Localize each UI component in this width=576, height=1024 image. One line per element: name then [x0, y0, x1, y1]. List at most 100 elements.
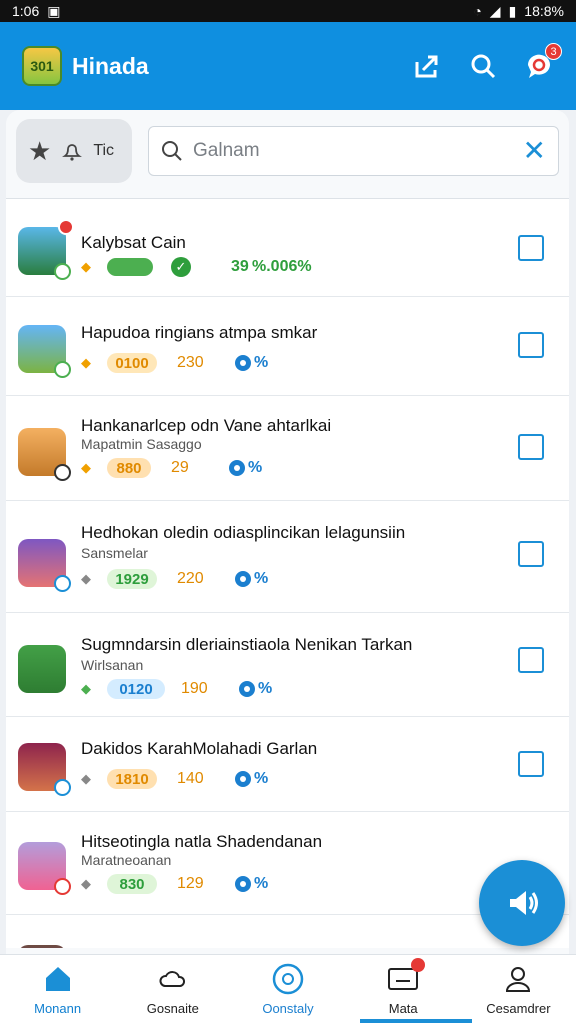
gem-icon: ◆ — [81, 681, 91, 696]
notifications-button[interactable]: 3 — [524, 43, 562, 81]
list-item[interactable]: Hedhokan oledin odiasplincikan lelagunsi… — [6, 501, 569, 613]
status-bar: 1:06 ▣ ◔ ◢ ▮ 18:8% — [0, 0, 576, 22]
item-checkbox[interactable] — [518, 434, 544, 460]
item-title: Sugmndarsin dleriainstiaola Nenikan Tark… — [81, 635, 413, 654]
item-percent-wrap: % — [235, 875, 268, 893]
item-percent: % — [254, 570, 269, 587]
tab-home[interactable]: Monann — [0, 955, 115, 1024]
eye-icon — [235, 771, 251, 787]
item-title: Dakidos KarahMolahadi Garlan — [81, 739, 318, 758]
clear-search-icon[interactable]: ✕ — [523, 137, 546, 165]
item-meta: ◆ 1929 220 % — [81, 569, 268, 589]
tab-label: Mata — [388, 1001, 418, 1016]
eye-icon — [229, 460, 245, 476]
gem-icon: ◆ — [81, 355, 91, 370]
status-icon — [54, 464, 71, 481]
game-thumbnail — [18, 945, 66, 948]
item-percent-wrap: % — [235, 570, 268, 588]
circle-g-icon — [272, 963, 304, 995]
item-title: Hitseotingla natla Shadendanan — [81, 832, 323, 851]
bell-icon — [62, 144, 83, 161]
item-pill: 1810 — [107, 769, 157, 789]
share-button[interactable] — [412, 51, 442, 81]
item-percent-wrap: % — [229, 459, 262, 477]
cloud-icon — [157, 963, 189, 995]
tab-messages[interactable]: Mata — [346, 955, 461, 1024]
list-item[interactable]: Kalybsat Cain ◆ ✓ 39 %.006% — [6, 199, 569, 297]
item-meta: ◆ 830 129 % — [81, 874, 268, 894]
star-icon: ★ — [28, 135, 52, 166]
announce-fab[interactable] — [479, 860, 565, 946]
item-percent: % — [248, 459, 263, 476]
item-pill: 1929 — [107, 569, 157, 589]
list-item[interactable]: Dakidos KarahMolahadi Garlan ◆ 1810 140 … — [6, 717, 569, 812]
item-percent: % — [254, 354, 269, 371]
list-item[interactable]: Sugmndarsin dleriainstiaola Nenikan Tark… — [6, 613, 569, 717]
item-checkbox[interactable] — [518, 751, 544, 777]
search-button[interactable] — [468, 51, 498, 81]
item-subtitle: Wirlsanan — [81, 657, 144, 673]
list-item[interactable]: Hankanarlcep odn Vane ahtarlkai Mapatmin… — [6, 396, 569, 501]
item-checkbox[interactable] — [518, 235, 544, 261]
check-circle-icon: ✓ — [171, 257, 191, 277]
eye-icon — [239, 681, 255, 697]
game-thumbnail — [18, 428, 71, 481]
tab-label: Gosnaite — [146, 1001, 199, 1016]
item-percent-wrap: % — [239, 680, 272, 698]
app-logo: 301 — [22, 46, 62, 86]
item-percent: 39 %.006% — [231, 258, 312, 275]
eye-icon — [235, 571, 251, 587]
item-meta: ◆ 0100 230 % — [81, 353, 268, 373]
search-box: ✕ — [148, 126, 559, 176]
gem-icon: ◆ — [81, 571, 91, 586]
status-icon — [54, 779, 71, 796]
favorites-chip[interactable]: ★ Tic — [16, 119, 132, 183]
eye-icon — [235, 355, 251, 371]
item-percent: % — [254, 770, 269, 787]
game-thumbnail — [18, 539, 71, 592]
app-bar: 301 Hinada 3 — [0, 22, 576, 110]
game-thumbnail — [18, 743, 71, 796]
item-meta: ◆ 1810 140 % — [81, 769, 268, 789]
item-percent: % — [254, 875, 269, 892]
item-count: 129 — [177, 875, 204, 892]
tab-discover[interactable]: Oonstaly — [230, 955, 345, 1024]
item-title: Hedhokan oledin odiasplincikan lelagunsi… — [81, 523, 406, 542]
item-checkbox[interactable] — [518, 332, 544, 358]
tab-cloud[interactable]: Gosnaite — [115, 955, 230, 1024]
item-pill: 880 — [107, 458, 151, 478]
item-subtitle: Mapatmin Sasaggo — [81, 436, 202, 452]
search-input[interactable] — [193, 140, 513, 162]
alert-dot — [58, 219, 74, 235]
tab-label: Cesamdrer — [486, 1001, 551, 1016]
bottom-nav: Monann Gosnaite Oonstaly Mata Cesamdrer — [0, 954, 576, 1024]
item-subtitle: Sansmelar — [81, 545, 148, 561]
tab-profile[interactable]: Cesamdrer — [461, 955, 576, 1024]
search-icon — [162, 141, 182, 161]
battery-icon: ▮ — [508, 2, 517, 19]
list-item[interactable]: Hapudoa ringians atmpa smkar ◆ 0100 230 … — [6, 297, 569, 396]
item-title: Hapudoa ringians atmpa smkar — [81, 323, 318, 342]
item-meta: ◆ ✓ 39 %.006% — [81, 257, 312, 277]
tab-label: Oonstaly — [262, 1001, 314, 1016]
game-thumbnail — [18, 645, 66, 693]
notification-badge: 3 — [545, 43, 562, 60]
gem-icon: ◆ — [81, 771, 91, 786]
search-icon — [471, 54, 496, 79]
item-meta: ◆ 0120 190 % — [81, 679, 272, 699]
eye-icon — [235, 876, 251, 892]
status-icon — [54, 878, 71, 895]
gem-icon: ◆ — [81, 876, 91, 891]
item-title: Kalybsat Cain — [81, 233, 186, 252]
gem-icon: ◆ — [81, 259, 91, 274]
wifi-icon: ◔ — [473, 3, 482, 19]
signal-icon: ◢ — [489, 2, 501, 19]
item-count: 140 — [177, 770, 204, 787]
item-checkbox[interactable] — [518, 647, 544, 673]
app-title: Hinada — [72, 52, 149, 79]
game-list: Kalybsat Cain ◆ ✓ 39 %.006% Hapudoa ring… — [6, 198, 569, 948]
item-pill: 0120 — [107, 679, 165, 699]
status-icon — [54, 361, 71, 378]
status-icon — [54, 263, 71, 280]
item-checkbox[interactable] — [518, 541, 544, 567]
